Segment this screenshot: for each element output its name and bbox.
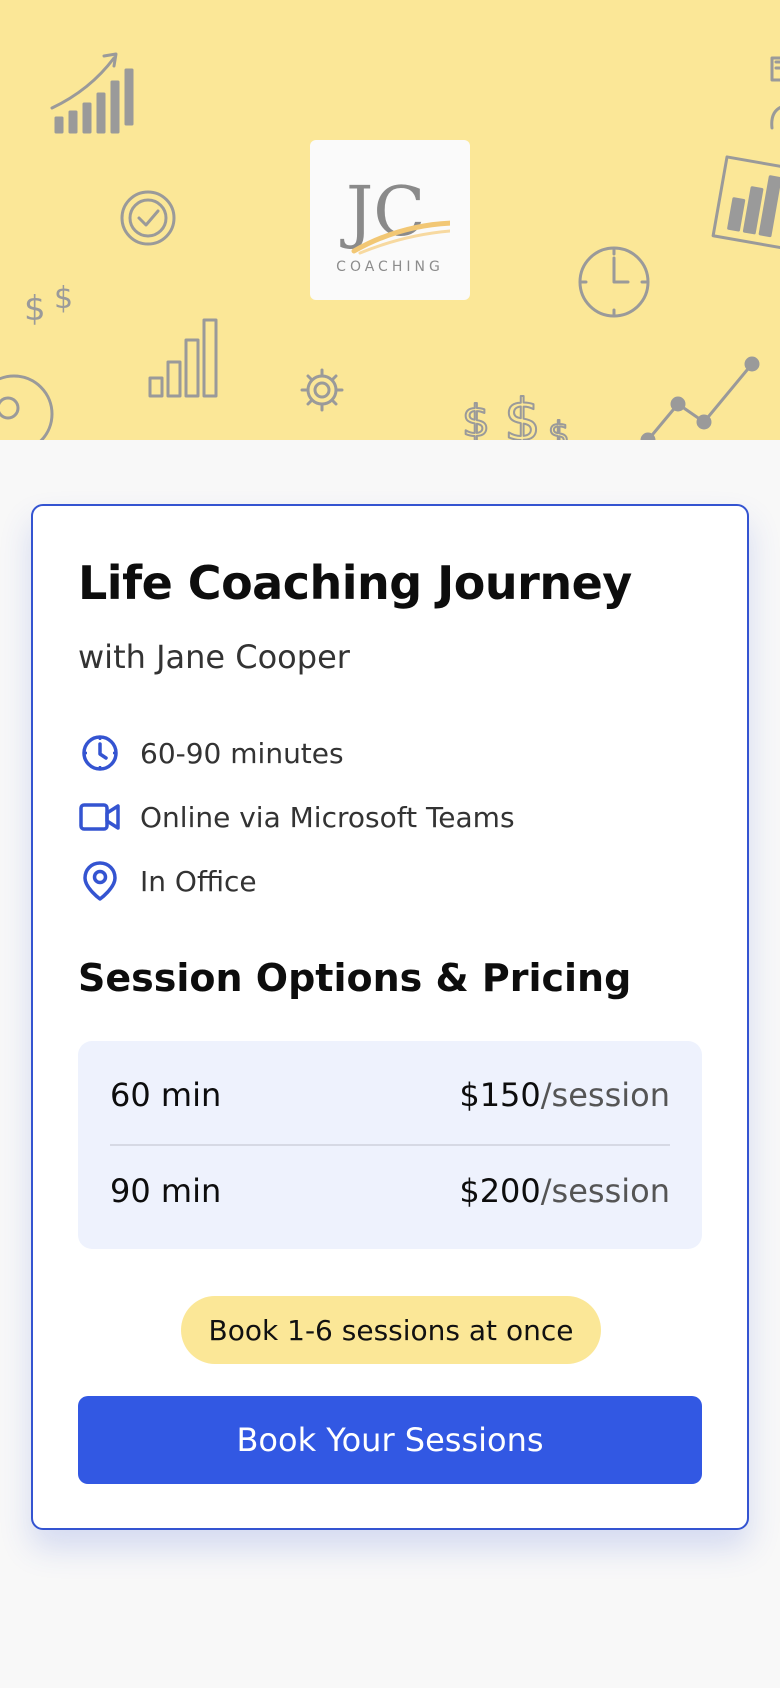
price-amount: $200 — [459, 1172, 541, 1210]
price-amount: $150 — [459, 1076, 541, 1114]
svg-text:$: $ — [548, 415, 570, 440]
report-chart-icon — [711, 155, 780, 250]
book-sessions-button[interactable]: Book Your Sessions — [78, 1396, 702, 1484]
jc-logo-mark: JC — [340, 173, 450, 255]
svg-text:$: $ — [54, 281, 73, 316]
divider — [110, 1144, 670, 1146]
booking-limit-badge: Book 1-6 sessions at once — [181, 1296, 601, 1364]
clock-icon — [78, 731, 122, 775]
option-price: $150/session — [459, 1076, 670, 1114]
location-office-row: In Office — [78, 859, 257, 903]
company-logo: JC COACHING — [310, 140, 470, 300]
session-title: Life Coaching Journey — [78, 556, 632, 610]
hero-banner: $ $ $ $ $ JC COACHING — [0, 0, 780, 440]
session-card: Life Coaching Journey with Jane Cooper 6… — [31, 504, 749, 1530]
pricing-option-60: 60 min $150/session — [110, 1063, 670, 1127]
price-unit: /session — [540, 1076, 670, 1114]
option-price: $200/session — [459, 1172, 670, 1210]
pricing-heading: Session Options & Pricing — [78, 956, 632, 1000]
clock-deco-icon — [578, 246, 650, 318]
svg-text:$: $ — [462, 396, 490, 440]
location-pin-icon — [78, 859, 122, 903]
duration-row: 60-90 minutes — [78, 731, 344, 775]
option-duration: 90 min — [110, 1172, 222, 1210]
svg-text:$: $ — [24, 289, 46, 329]
logo-wordmark: COACHING — [336, 259, 444, 275]
growth-chart-icon — [50, 52, 134, 134]
pricing-table: 60 min $150/session 90 min $200/session — [78, 1041, 702, 1249]
svg-text:JC: JC — [340, 173, 425, 252]
location-online-row: Online via Microsoft Teams — [78, 795, 515, 839]
option-duration: 60 min — [110, 1076, 222, 1114]
badge-check-icon — [120, 190, 176, 246]
coach-name: with Jane Cooper — [78, 638, 350, 676]
gear-icon — [300, 368, 344, 412]
trend-line-icon — [640, 356, 760, 440]
pricing-option-90: 90 min $200/session — [110, 1159, 670, 1223]
duration-text: 60-90 minutes — [140, 736, 344, 770]
office-text: In Office — [140, 864, 257, 898]
price-unit: /session — [540, 1172, 670, 1210]
svg-text:$: $ — [504, 386, 541, 440]
online-text: Online via Microsoft Teams — [140, 800, 515, 834]
bar-chart-icon — [148, 318, 218, 398]
video-camera-icon — [78, 795, 122, 839]
